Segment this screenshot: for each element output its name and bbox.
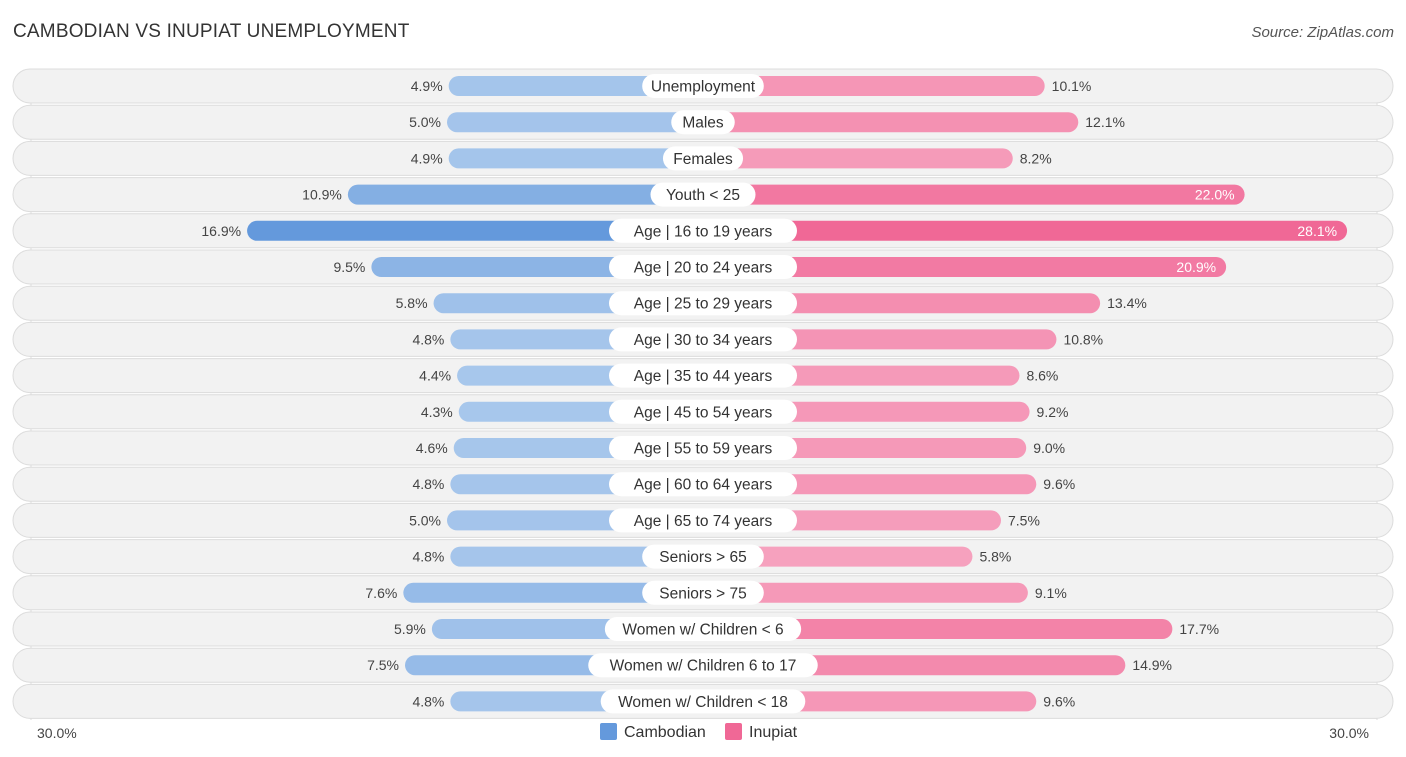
- value-label-inupiat: 10.1%: [1052, 78, 1092, 94]
- bar-inupiat: [703, 220, 1348, 241]
- value-label-inupiat: 8.2%: [1020, 150, 1052, 166]
- category-label: Age | 45 to 54 years: [634, 404, 773, 421]
- category-label: Age | 20 to 24 years: [634, 260, 773, 277]
- value-label-inupiat: 17.7%: [1179, 621, 1219, 637]
- chart-row: 4.3% 9.2% Age | 45 to 54 years: [12, 394, 1394, 430]
- value-label-inupiat: 9.2%: [1037, 404, 1069, 420]
- category-label: Women w/ Children 6 to 17: [610, 658, 797, 675]
- category-label: Age | 35 to 44 years: [634, 368, 773, 385]
- chart-row: 4.8% 5.8% Seniors > 65: [12, 539, 1394, 575]
- bar-cambodian: [447, 112, 703, 133]
- bar-inupiat: [703, 112, 1079, 133]
- value-label-inupiat: 20.9%: [1176, 259, 1216, 275]
- bar-inupiat: [703, 184, 1245, 205]
- chart-row: 5.9% 17.7% Women w/ Children < 6: [12, 611, 1394, 647]
- value-label-cambodian: 4.8%: [412, 331, 444, 347]
- category-label: Age | 25 to 29 years: [634, 296, 773, 313]
- chart-row: 5.0% 7.5% Age | 65 to 74 years: [12, 502, 1394, 538]
- chart-row: 4.9% 8.2% Females: [12, 140, 1394, 176]
- chart-row: 4.6% 9.0% Age | 55 to 59 years: [12, 430, 1394, 466]
- chart-row: 7.6% 9.1% Seniors > 75: [12, 575, 1394, 611]
- axis-label-left: 30.0%: [37, 725, 77, 741]
- chart-row: 4.8% 10.8% Age | 30 to 34 years: [12, 321, 1394, 357]
- category-label: Males: [682, 115, 724, 132]
- value-label-cambodian: 5.9%: [394, 621, 426, 637]
- value-label-cambodian: 4.3%: [421, 404, 453, 420]
- category-label: Age | 60 to 64 years: [634, 477, 773, 494]
- value-label-inupiat: 9.1%: [1035, 585, 1067, 601]
- legend-label-inupiat: Inupiat: [749, 724, 798, 741]
- value-label-cambodian: 4.8%: [412, 693, 444, 709]
- value-label-inupiat: 9.0%: [1033, 440, 1065, 456]
- value-label-cambodian: 4.8%: [412, 476, 444, 492]
- chart-row: 4.9% 10.1% Unemployment: [12, 68, 1394, 104]
- category-label: Seniors > 75: [659, 585, 746, 602]
- value-label-cambodian: 4.6%: [416, 440, 448, 456]
- value-label-cambodian: 4.4%: [419, 368, 451, 384]
- value-label-cambodian: 5.8%: [396, 295, 428, 311]
- legend-label-cambodian: Cambodian: [624, 724, 706, 741]
- chart-row: 5.8% 13.4% Age | 25 to 29 years: [12, 285, 1394, 321]
- category-label: Youth < 25: [666, 187, 740, 204]
- chart-row: 16.9% 28.1% Age | 16 to 19 years: [12, 213, 1394, 249]
- chart-svg: 4.9% 10.1% Unemployment 5.0% 12.1% Males 4.9% 8…: [12, 68, 1394, 741]
- chart-row: 4.8% 9.6% Women w/ Children < 18: [12, 683, 1394, 719]
- value-label-inupiat: 14.9%: [1132, 657, 1172, 673]
- category-label: Age | 55 to 59 years: [634, 441, 773, 458]
- value-label-cambodian: 4.9%: [411, 150, 443, 166]
- category-label: Age | 16 to 19 years: [634, 223, 773, 240]
- category-label: Females: [673, 151, 733, 168]
- value-label-cambodian: 5.0%: [409, 512, 441, 528]
- value-label-inupiat: 28.1%: [1297, 223, 1337, 239]
- value-label-inupiat: 7.5%: [1008, 512, 1040, 528]
- value-label-inupiat: 10.8%: [1063, 331, 1103, 347]
- value-label-cambodian: 7.5%: [367, 657, 399, 673]
- axis-label-right: 30.0%: [1329, 725, 1369, 741]
- legend-swatch-cambodian: [600, 723, 617, 740]
- value-label-inupiat: 8.6%: [1026, 368, 1058, 384]
- chart-row: 7.5% 14.9% Women w/ Children 6 to 17: [12, 647, 1394, 683]
- value-label-cambodian: 16.9%: [201, 223, 241, 239]
- value-label-cambodian: 10.9%: [302, 187, 342, 203]
- value-label-inupiat: 5.8%: [979, 549, 1011, 565]
- chart-row: 4.4% 8.6% Age | 35 to 44 years: [12, 358, 1394, 394]
- chart-row: 9.5% 20.9% Age | 20 to 24 years: [12, 249, 1394, 285]
- bar-inupiat: [703, 148, 1013, 169]
- value-label-cambodian: 4.9%: [411, 78, 443, 94]
- category-label: Age | 65 to 74 years: [634, 513, 773, 530]
- legend: Cambodian Inupiat: [600, 723, 798, 741]
- category-label: Seniors > 65: [659, 549, 746, 566]
- value-label-cambodian: 4.8%: [412, 549, 444, 565]
- value-label-inupiat: 13.4%: [1107, 295, 1147, 311]
- category-label: Unemployment: [651, 79, 756, 96]
- bar-cambodian: [347, 184, 703, 205]
- legend-swatch-inupiat: [725, 723, 742, 740]
- category-label: Age | 30 to 34 years: [634, 332, 773, 349]
- value-label-cambodian: 9.5%: [333, 259, 365, 275]
- value-label-inupiat: 22.0%: [1195, 187, 1235, 203]
- chart-rows: 4.9% 10.1% Unemployment 5.0% 12.1% Males 4.9% 8…: [12, 68, 1394, 719]
- value-label-inupiat: 9.6%: [1043, 476, 1075, 492]
- chart-row: 10.9% 22.0% Youth < 25: [12, 177, 1394, 213]
- category-label: Women w/ Children < 18: [618, 694, 788, 711]
- value-label-cambodian: 5.0%: [409, 114, 441, 130]
- chart-row: 5.0% 12.1% Males: [12, 104, 1394, 140]
- category-label: Women w/ Children < 6: [622, 622, 783, 639]
- chart-row: 4.8% 9.6% Age | 60 to 64 years: [12, 466, 1394, 502]
- value-label-cambodian: 7.6%: [365, 585, 397, 601]
- value-label-inupiat: 12.1%: [1085, 114, 1125, 130]
- value-label-inupiat: 9.6%: [1043, 693, 1075, 709]
